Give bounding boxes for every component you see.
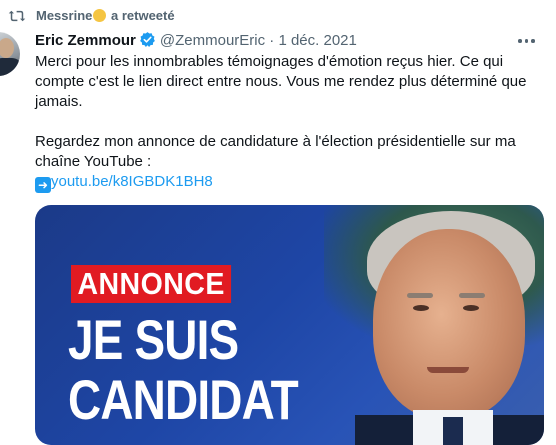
portrait-mouth bbox=[427, 367, 469, 373]
avatar[interactable] bbox=[0, 32, 20, 76]
media-headline-line2: CANDIDAT bbox=[68, 368, 299, 431]
retweeter-name[interactable]: Messrine bbox=[36, 8, 92, 23]
media-badge-annonce: ANNONCE bbox=[71, 265, 232, 303]
more-dot bbox=[518, 39, 522, 43]
tweet-paragraph-2: Regardez mon annonce de candidature à l'… bbox=[35, 133, 516, 170]
author-handle[interactable]: @ZemmourEric bbox=[160, 32, 265, 49]
avatar-face bbox=[0, 38, 14, 58]
retweet-label[interactable]: Messrine a retweeté bbox=[36, 8, 175, 23]
retweet-icon bbox=[8, 10, 26, 22]
tweet-header: Eric Zemmour @ZemmourEric · 1 déc. 2021 bbox=[35, 31, 357, 51]
more-dot bbox=[524, 39, 528, 43]
tweet-text: Merci pour les innombrables témoignages … bbox=[35, 52, 535, 193]
portrait-brow bbox=[407, 293, 433, 298]
avatar-suit bbox=[0, 58, 20, 76]
author-name[interactable]: Eric Zemmour bbox=[35, 32, 136, 49]
retweet-context: Messrine a retweeté bbox=[0, 6, 556, 26]
portrait-face bbox=[373, 229, 525, 419]
portrait-brow bbox=[459, 293, 485, 298]
more-dot bbox=[531, 39, 535, 43]
tweet-link-line: ➜ youtu.be/k8IGBDK1BH8 bbox=[35, 172, 535, 193]
more-options-icon[interactable] bbox=[518, 34, 536, 48]
tweet-media-image[interactable]: ANNONCE JE SUIS CANDIDAT bbox=[35, 205, 544, 445]
tweet-date[interactable]: 1 déc. 2021 bbox=[278, 32, 356, 49]
portrait-tie bbox=[443, 417, 463, 445]
portrait-eye bbox=[413, 305, 429, 311]
verified-badge-icon bbox=[140, 32, 155, 47]
portrait-eye bbox=[463, 305, 479, 311]
right-arrow-emoji: ➜ bbox=[35, 177, 51, 193]
tweet-paragraph-1: Merci pour les innombrables témoignages … bbox=[35, 53, 527, 110]
face-with-hand-over-mouth-emoji bbox=[93, 9, 107, 22]
header-separator: · bbox=[269, 32, 275, 49]
youtube-link[interactable]: youtu.be/k8IGBDK1BH8 bbox=[51, 173, 213, 190]
media-headline-line1: JE SUIS bbox=[68, 308, 239, 371]
retweet-suffix: a retweeté bbox=[111, 8, 175, 23]
